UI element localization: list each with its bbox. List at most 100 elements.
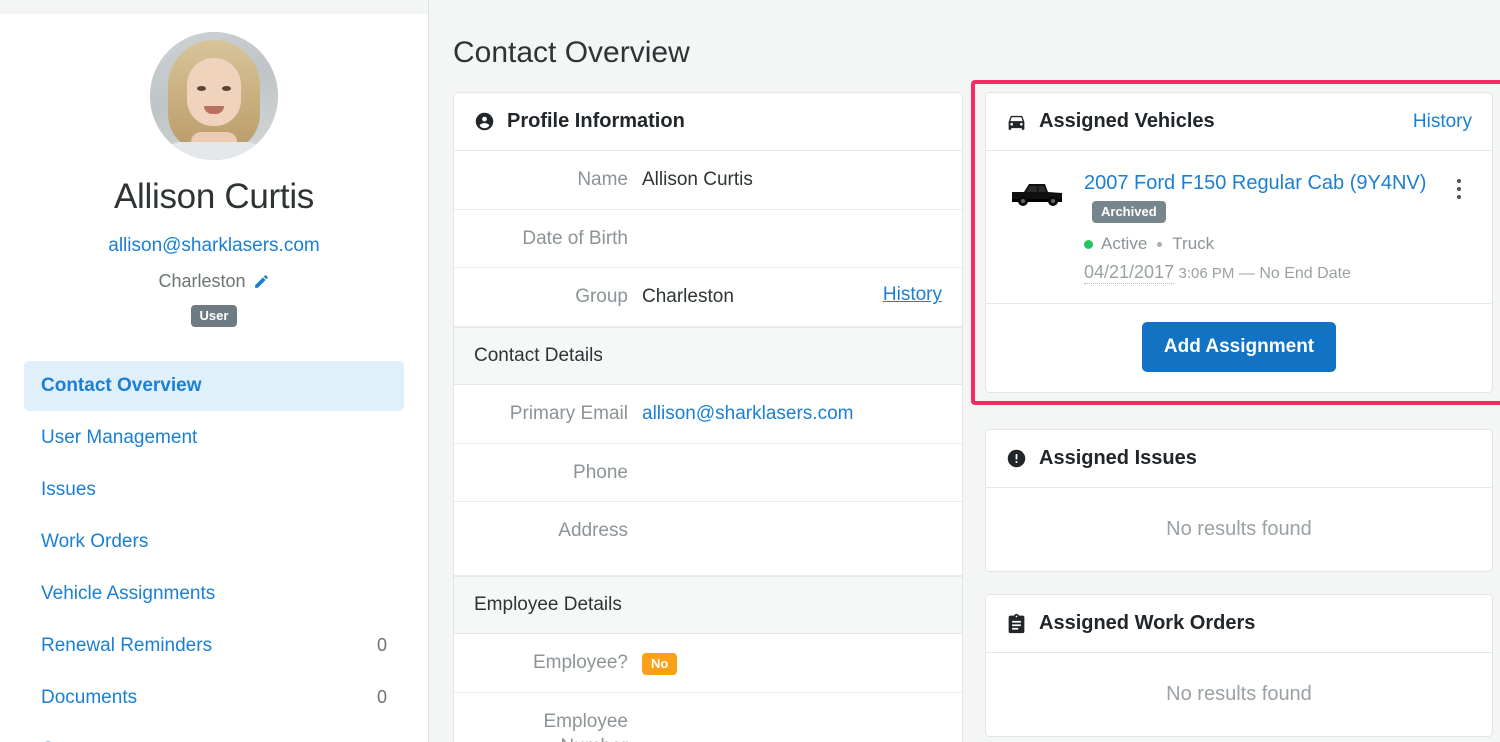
vehicle-assignment-row: 2007 Ford F150 Regular Cab (9Y4NV) Archiv… [986, 151, 1492, 304]
assigned-issues-card: Assigned Issues No results found [985, 429, 1493, 572]
sidebar-item-comments[interactable]: Comments 1 [24, 725, 404, 742]
date-separator: — [1239, 265, 1255, 282]
profile-information-card: Profile Information Name Allison Curtis … [453, 92, 963, 742]
vehicles-card-header: Assigned Vehicles History [986, 93, 1492, 151]
profile-name: Allison Curtis [0, 178, 428, 217]
profile-summary: Allison Curtis allison@sharklasers.com C… [0, 0, 428, 327]
assignment-start-time: 3:06 PM [1179, 265, 1235, 282]
row-label: Employee Number [474, 709, 642, 742]
sidebar-item-count: 0 [377, 635, 387, 656]
issues-card-header: Assigned Issues [986, 430, 1492, 488]
row-value: No [642, 650, 942, 676]
status-dot-icon [1084, 240, 1093, 249]
row-value: Charleston [642, 284, 883, 310]
left-column: Profile Information Name Allison Curtis … [453, 92, 963, 742]
section-employee-details: Employee Details [454, 576, 962, 634]
row-date-of-birth: Date of Birth [454, 210, 962, 269]
vehicle-title-text: 2007 Ford F150 Regular Cab (9Y4NV) [1084, 172, 1426, 194]
row-label: Employee? [474, 650, 642, 676]
work-orders-card-header: Assigned Work Orders [986, 595, 1492, 653]
vehicle-status: Active [1101, 234, 1147, 254]
content-columns: Profile Information Name Allison Curtis … [453, 92, 1476, 742]
row-value: Allison Curtis [642, 167, 942, 193]
row-label: Group [474, 284, 642, 310]
exclamation-circle-icon [1006, 448, 1027, 469]
profile-group-label: Charleston [158, 271, 245, 292]
employee-no-badge: No [642, 653, 677, 675]
vehicles-card-title: Assigned Vehicles [1039, 110, 1215, 133]
assigned-vehicles-wrapper: Assigned Vehicles History [985, 92, 1493, 393]
clipboard-icon [1006, 613, 1027, 634]
sidebar-item-contact-overview[interactable]: Contact Overview [24, 361, 404, 411]
primary-email-link[interactable]: allison@sharklasers.com [642, 403, 853, 424]
car-icon [1006, 111, 1027, 132]
vehicle-info: 2007 Ford F150 Regular Cab (9Y4NV) Archiv… [1084, 169, 1446, 283]
section-contact-details: Contact Details [454, 327, 962, 385]
sidebar-item-documents[interactable]: Documents 0 [24, 673, 404, 723]
person-circle-icon [474, 111, 495, 132]
assignment-start-date[interactable]: 04/21/2017 [1084, 262, 1174, 284]
group-history-link[interactable]: History [883, 284, 942, 306]
sidebar-item-work-orders[interactable]: Work Orders [24, 517, 404, 567]
sidebar-item-user-management[interactable]: User Management [24, 413, 404, 463]
right-column: Assigned Vehicles History [985, 92, 1493, 737]
work-orders-card-title: Assigned Work Orders [1039, 612, 1255, 635]
profile-group: Charleston [0, 271, 428, 292]
sidebar-item-label: Issues [41, 479, 96, 501]
sidebar-top-strip [0, 0, 428, 14]
row-value: allison@sharklasers.com [642, 401, 942, 427]
sidebar-item-vehicle-assignments[interactable]: Vehicle Assignments [24, 569, 404, 619]
issues-card-title: Assigned Issues [1039, 447, 1197, 470]
page-title: Contact Overview [453, 36, 1476, 70]
row-primary-email: Primary Email allison@sharklasers.com [454, 385, 962, 444]
assignment-end-date: No End Date [1259, 265, 1351, 282]
assigned-work-orders-card: Assigned Work Orders No results found [985, 594, 1493, 737]
sidebar-item-label: Work Orders [41, 531, 148, 553]
vehicle-type: Truck [1172, 234, 1214, 254]
vehicle-archived-badge: Archived [1092, 201, 1166, 223]
sidebar-item-label: Documents [41, 687, 137, 709]
vehicle-assignment-dates: 04/21/2017 3:06 PM — No End Date [1084, 262, 1446, 283]
row-phone: Phone [454, 444, 962, 503]
add-assignment-button[interactable]: Add Assignment [1142, 322, 1336, 372]
row-group: Group Charleston History [454, 268, 962, 327]
work-orders-empty-state: No results found [986, 653, 1492, 736]
separator-dot-icon [1157, 242, 1162, 247]
assigned-vehicles-card: Assigned Vehicles History [985, 92, 1493, 393]
avatar [150, 32, 278, 160]
profile-email-link[interactable]: allison@sharklasers.com [0, 235, 428, 257]
sidebar-item-label: Vehicle Assignments [41, 583, 215, 605]
profile-role: User [0, 305, 428, 327]
profile-card-header: Profile Information [454, 93, 962, 151]
row-label: Address [474, 518, 642, 544]
row-label: Phone [474, 460, 642, 486]
main-content: Contact Overview Profile Information [429, 0, 1500, 742]
sidebar-item-renewal-reminders[interactable]: Renewal Reminders 0 [24, 621, 404, 671]
sidebar-item-count: 0 [377, 687, 387, 708]
kebab-menu-icon[interactable] [1446, 169, 1472, 283]
row-label: Date of Birth [474, 226, 642, 252]
sidebar-item-label: Contact Overview [41, 375, 202, 397]
row-label: Name [474, 167, 642, 193]
vehicle-meta: Active Truck [1084, 234, 1446, 254]
sidebar-nav: Contact Overview User Management Issues … [0, 361, 428, 742]
vehicles-card-footer: Add Assignment [986, 304, 1492, 392]
pencil-icon[interactable] [253, 273, 270, 290]
sidebar-item-label: User Management [41, 427, 197, 449]
row-employee-flag: Employee? No [454, 634, 962, 693]
sidebar-item-issues[interactable]: Issues [24, 465, 404, 515]
sidebar: Allison Curtis allison@sharklasers.com C… [0, 0, 429, 742]
role-badge: User [191, 305, 238, 327]
vehicles-history-link[interactable]: History [1413, 111, 1472, 133]
vehicle-title-link[interactable]: 2007 Ford F150 Regular Cab (9Y4NV) Archiv… [1084, 172, 1426, 223]
sidebar-item-label: Comments [41, 739, 133, 742]
profile-card-title: Profile Information [507, 110, 685, 133]
row-address: Address [454, 502, 962, 576]
vehicle-thumbnail [1006, 173, 1068, 221]
row-name: Name Allison Curtis [454, 151, 962, 210]
row-employee-number: Employee Number [454, 693, 962, 742]
app-root: Allison Curtis allison@sharklasers.com C… [0, 0, 1500, 742]
row-label: Primary Email [474, 401, 642, 427]
avatar-photo [150, 32, 278, 160]
sidebar-item-label: Renewal Reminders [41, 635, 212, 657]
